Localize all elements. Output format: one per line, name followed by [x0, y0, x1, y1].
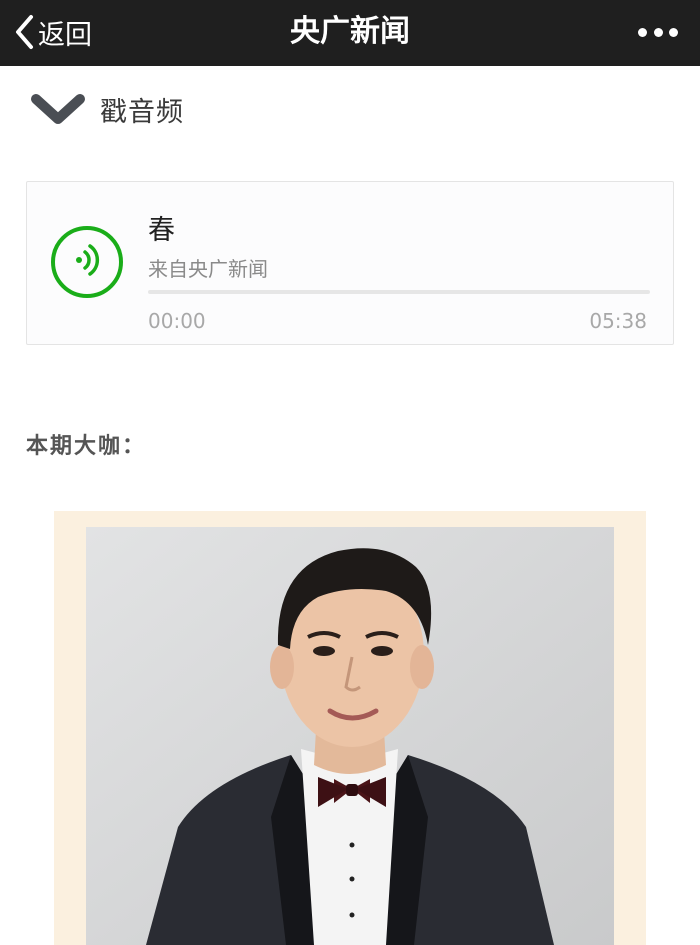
chevron-left-icon — [14, 14, 34, 50]
portrait-frame — [54, 511, 646, 945]
back-label: 返回 — [38, 19, 92, 51]
audio-wave-icon — [67, 240, 107, 284]
audio-source: 来自央广新闻 — [148, 257, 268, 281]
audio-total-time: 05:38 — [589, 309, 647, 333]
audio-current-time: 00:00 — [148, 309, 206, 333]
portrait-photo — [86, 527, 614, 945]
audio-progress-bar[interactable] — [148, 290, 650, 294]
section-heading: 本期大咖： — [26, 434, 147, 459]
top-nav-bar: 返回 央广新闻 — [0, 0, 700, 66]
audio-play-button[interactable] — [51, 226, 123, 298]
collapse-label: 戳音频 — [100, 96, 184, 128]
chevron-down-icon — [30, 91, 86, 127]
audio-title: 春 — [148, 215, 175, 246]
more-dots-icon[interactable] — [638, 20, 678, 44]
audio-collapse-toggle[interactable]: 戳音频 — [30, 84, 330, 134]
audio-player-card: 春 来自央广新闻 00:00 05:38 — [26, 181, 674, 345]
page-title: 央广新闻 — [290, 14, 410, 49]
back-button[interactable]: 返回 — [14, 10, 92, 54]
